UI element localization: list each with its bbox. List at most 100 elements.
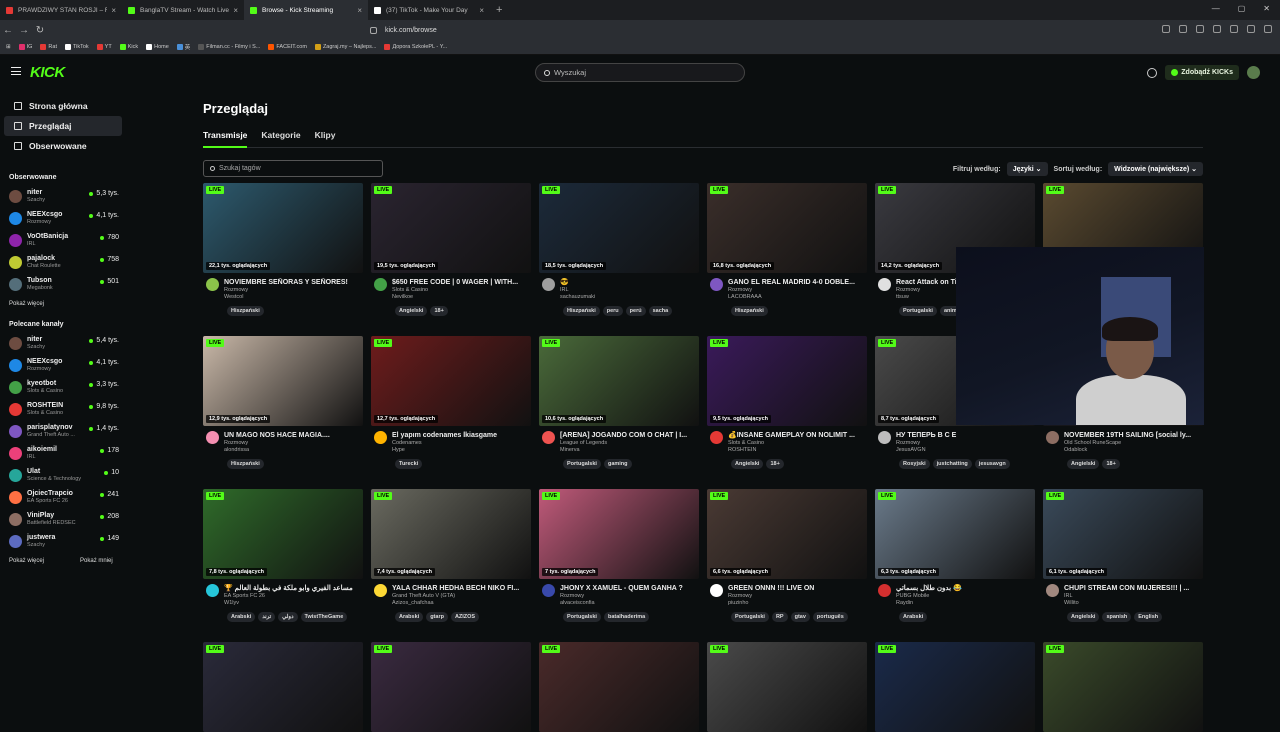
- stream-tag[interactable]: Arabski: [227, 612, 256, 622]
- stream-tag[interactable]: jesusavgn: [974, 459, 1010, 469]
- sidebar-channel[interactable]: Tubson Megabonk 501: [0, 273, 128, 295]
- extension-icon[interactable]: [1196, 25, 1204, 33]
- stream-title[interactable]: 💰INSANE GAMEPLAY ON NOLIMIT ...: [728, 431, 866, 440]
- stream-tag[interactable]: gaming: [603, 459, 632, 469]
- stream-category[interactable]: League of Legends: [560, 440, 698, 447]
- bookmark-item[interactable]: YT: [96, 44, 112, 50]
- stream-tag[interactable]: gtarp: [426, 612, 448, 622]
- extension-icon[interactable]: [1247, 25, 1255, 33]
- browser-tab[interactable]: Browse - Kick Streaming ×: [244, 0, 368, 20]
- stream-tag[interactable]: sacha: [648, 306, 673, 316]
- url-bar[interactable]: kick.com/browse: [370, 23, 910, 37]
- stream-tag[interactable]: Arabski: [899, 612, 928, 622]
- stream-category[interactable]: PUBG Mobile: [896, 593, 1034, 600]
- streamer-avatar[interactable]: [878, 278, 891, 291]
- stream-thumbnail[interactable]: LIVE 7,4 tys. oglądających: [371, 489, 531, 579]
- site-info-icon[interactable]: [370, 26, 377, 34]
- stream-tag[interactable]: Turecki: [395, 459, 423, 469]
- stream-tag[interactable]: justchatting: [932, 459, 972, 469]
- stream-tag[interactable]: 18+: [430, 306, 448, 316]
- streamer-name[interactable]: JesusAVGN: [896, 447, 1034, 454]
- stream-card[interactable]: LIVE 12,9 tys. oglądających UN MAGO NOS HA…: [203, 336, 363, 469]
- stream-thumbnail[interactable]: LIVE 18,5 tys. oglądających: [539, 183, 699, 273]
- stream-card[interactable]: LIVE 22,1 tys. oglądających NOVIEMBRE SEÑO…: [203, 183, 363, 316]
- close-tab-icon[interactable]: ×: [233, 6, 238, 15]
- streamer-name[interactable]: alvaceisconfia: [560, 600, 698, 607]
- stream-thumbnail[interactable]: LIVE 6,3 tys. oglądających: [875, 489, 1035, 579]
- extension-icon[interactable]: [1162, 25, 1170, 33]
- stream-tag[interactable]: perú: [625, 306, 646, 316]
- stream-category[interactable]: Rozmowy: [224, 440, 362, 447]
- streamer-avatar[interactable]: [710, 278, 723, 291]
- stream-tag[interactable]: Portugalski: [563, 459, 601, 469]
- forward-icon[interactable]: →: [16, 25, 32, 36]
- hamburger-menu-icon[interactable]: [11, 67, 21, 75]
- streamer-name[interactable]: Westcol: [224, 294, 362, 301]
- stream-tag[interactable]: Portugalski: [899, 306, 937, 316]
- close-tab-icon[interactable]: ×: [111, 6, 116, 15]
- stream-title[interactable]: NOVIEMBRE SEÑORAS Y SEÑORES!: [224, 278, 362, 287]
- streamer-avatar[interactable]: [374, 431, 387, 444]
- streamer-name[interactable]: Raydin: [896, 600, 1034, 607]
- tab-streams[interactable]: Transmisje: [203, 130, 248, 148]
- stream-title[interactable]: 🏆 مساعد الفيري وابو ملكة في بطولة العالم: [224, 584, 362, 593]
- stream-tag[interactable]: Rosyjski: [899, 459, 930, 469]
- stream-card[interactable]: LIVE: [371, 642, 531, 732]
- streamer-avatar[interactable]: [374, 584, 387, 597]
- stream-card[interactable]: LIVE 12,7 tys. oglądających El yapım coden…: [371, 336, 531, 469]
- sidebar-channel[interactable]: OjciecTrapcio EA Sports FC 26 241: [0, 486, 128, 508]
- streamer-avatar[interactable]: [206, 431, 219, 444]
- stream-thumbnail[interactable]: LIVE 16,8 tys. oglądających: [707, 183, 867, 273]
- sidebar-channel[interactable]: NEEXcsgo Rozmowy 4,1 tys.: [0, 354, 128, 376]
- kick-logo[interactable]: KICK: [30, 64, 65, 81]
- bookmark-item[interactable]: TikTok: [64, 44, 89, 50]
- sidebar-channel[interactable]: ROSHTEIN Slots & Casino 9,8 tys.: [0, 398, 128, 420]
- stream-tag[interactable]: Hiszpański: [563, 306, 600, 316]
- bookmark-item[interactable]: Kick: [119, 44, 138, 50]
- streamer-name[interactable]: Odablock: [1064, 447, 1202, 454]
- apps-grid-icon[interactable]: ⊞: [6, 44, 11, 50]
- new-tab-icon[interactable]: +: [496, 4, 502, 16]
- minimize-icon[interactable]: —: [1212, 4, 1220, 13]
- streamer-name[interactable]: Hype: [392, 447, 530, 454]
- stream-card[interactable]: LIVE 7,8 tys. oglądających 🏆 مساعد الفيري …: [203, 489, 363, 622]
- stream-card[interactable]: LIVE 7 tys. oglądających JHONY X XAMUEL - …: [539, 489, 699, 622]
- stream-title[interactable]: JHONY X XAMUEL - QUEM GANHA ?: [560, 584, 698, 593]
- extension-icon[interactable]: [1213, 25, 1221, 33]
- menu-icon[interactable]: [1264, 25, 1272, 33]
- stream-title[interactable]: UN MAGO NOS HACE MAGIA....: [224, 431, 362, 440]
- close-tab-icon[interactable]: ×: [357, 6, 362, 15]
- tab-clips[interactable]: Klipy: [315, 130, 336, 148]
- streamer-avatar[interactable]: [206, 278, 219, 291]
- stream-thumbnail[interactable]: LIVE: [1043, 642, 1203, 732]
- browser-tab[interactable]: (37) TikTok - Make Your Day ×: [368, 0, 490, 20]
- close-tab-icon[interactable]: ×: [479, 6, 484, 15]
- stream-thumbnail[interactable]: LIVE 12,7 tys. oglądających: [371, 336, 531, 426]
- sidebar-channel[interactable]: parisplatynov Grand Theft Auto ... 1,4 tys…: [0, 420, 128, 442]
- stream-tag[interactable]: Hiszpański: [227, 306, 264, 316]
- streamer-avatar[interactable]: [1046, 584, 1059, 597]
- streamer-name[interactable]: Nevilkoe: [392, 294, 530, 301]
- stream-card[interactable]: LIVE 6,3 tys. oglądających بدون طلال بسمات…: [875, 489, 1035, 622]
- stream-tag[interactable]: peru: [602, 306, 623, 316]
- streamer-name[interactable]: LACOBRAAA: [728, 294, 866, 301]
- reload-icon[interactable]: ↻: [32, 25, 48, 36]
- stream-thumbnail[interactable]: LIVE: [539, 642, 699, 732]
- stream-card[interactable]: LIVE: [539, 642, 699, 732]
- stream-thumbnail[interactable]: LIVE: [707, 642, 867, 732]
- stream-tag[interactable]: TwistTheGame: [300, 612, 348, 622]
- stream-tag[interactable]: Angielski: [1067, 612, 1100, 622]
- stream-thumbnail[interactable]: LIVE 22,1 tys. oglądających: [203, 183, 363, 273]
- stream-card[interactable]: LIVE 19,5 tys. oglądających $650 FREE CODE…: [371, 183, 531, 316]
- stream-tag[interactable]: Hiszpański: [227, 459, 264, 469]
- stream-tag[interactable]: Angielski: [1067, 459, 1100, 469]
- stream-tag[interactable]: Angielski: [731, 459, 764, 469]
- bookmark-item[interactable]: Дорога SzkołePL - Y...: [384, 44, 447, 50]
- stream-category[interactable]: Rozmowy: [224, 287, 362, 294]
- stream-tag[interactable]: 18+: [766, 459, 784, 469]
- streamer-name[interactable]: Azizos_chafchaa: [392, 600, 530, 607]
- stream-card[interactable]: LIVE 6,6 tys. oglądających GREEN ONNN !!! …: [707, 489, 867, 622]
- bookmark-item[interactable]: Rat: [40, 44, 57, 50]
- streamer-name[interactable]: piuzinho: [728, 600, 866, 607]
- stream-title[interactable]: YALA CHHAR HEDHA BECH NIKO FI...: [392, 584, 530, 593]
